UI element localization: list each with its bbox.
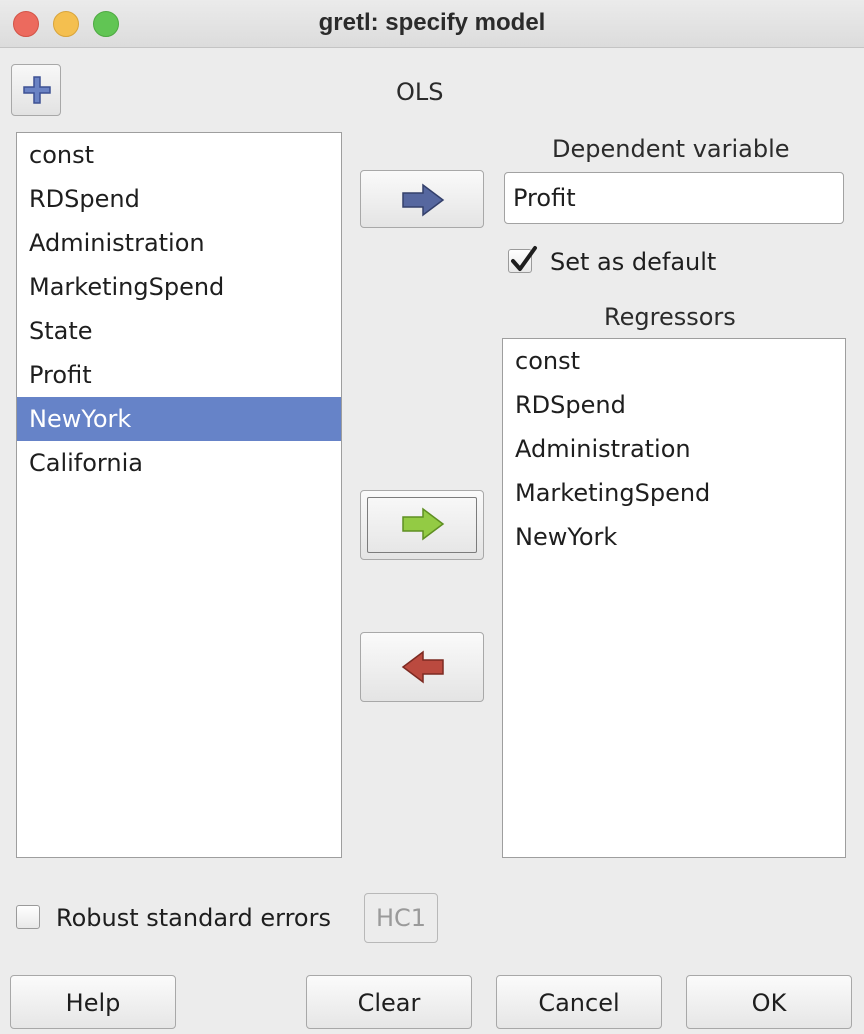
list-item[interactable]: California — [17, 441, 341, 485]
list-item[interactable]: NewYork — [503, 515, 845, 559]
arrow-right-icon — [402, 507, 445, 541]
clear-button[interactable]: Clear — [306, 975, 472, 1029]
list-item[interactable]: const — [503, 339, 845, 383]
hc-variant-button[interactable]: HC1 — [364, 893, 438, 943]
list-item[interactable]: MarketingSpend — [503, 471, 845, 515]
available-variables-list[interactable]: const RDSpend Administration MarketingSpend… — [16, 132, 342, 858]
list-item[interactable]: RDSpend — [503, 383, 845, 427]
list-item[interactable]: NewYork — [17, 397, 341, 441]
regressors-label: Regressors — [604, 303, 736, 331]
robust-standard-errors-checkbox[interactable] — [16, 905, 40, 929]
ok-button[interactable]: OK — [686, 975, 852, 1029]
arrow-right-icon — [402, 183, 445, 217]
dependent-variable-field[interactable]: Profit — [504, 172, 844, 224]
list-item[interactable]: MarketingSpend — [17, 265, 341, 309]
model-type-label: OLS — [396, 78, 444, 106]
window-title: gretl: specify model — [318, 9, 546, 36]
list-item[interactable]: State — [17, 309, 341, 353]
list-item[interactable]: Administration — [17, 221, 341, 265]
list-item[interactable]: Profit — [17, 353, 341, 397]
set-dependent-button[interactable] — [360, 170, 484, 228]
set-as-default-checkbox[interactable] — [508, 246, 537, 273]
remove-regressor-button[interactable] — [360, 632, 484, 702]
robust-standard-errors-label: Robust standard errors — [56, 904, 331, 932]
cancel-button[interactable]: Cancel — [496, 975, 662, 1029]
regressors-list[interactable]: const RDSpend Administration MarketingSpend… — [502, 338, 846, 858]
list-item[interactable]: const — [17, 133, 341, 177]
list-item[interactable]: RDSpend — [17, 177, 341, 221]
set-as-default-label: Set as default — [550, 248, 717, 276]
add-regressor-button[interactable] — [360, 490, 484, 560]
title-bar: gretl: specify model — [0, 0, 864, 48]
arrow-left-icon — [401, 650, 444, 684]
help-button[interactable]: Help — [10, 975, 176, 1029]
checkmark-icon — [511, 246, 537, 271]
list-item[interactable]: Administration — [503, 427, 845, 471]
add-variable-button[interactable] — [11, 64, 61, 116]
dependent-variable-label: Dependent variable — [552, 135, 790, 163]
plus-icon — [23, 76, 51, 104]
